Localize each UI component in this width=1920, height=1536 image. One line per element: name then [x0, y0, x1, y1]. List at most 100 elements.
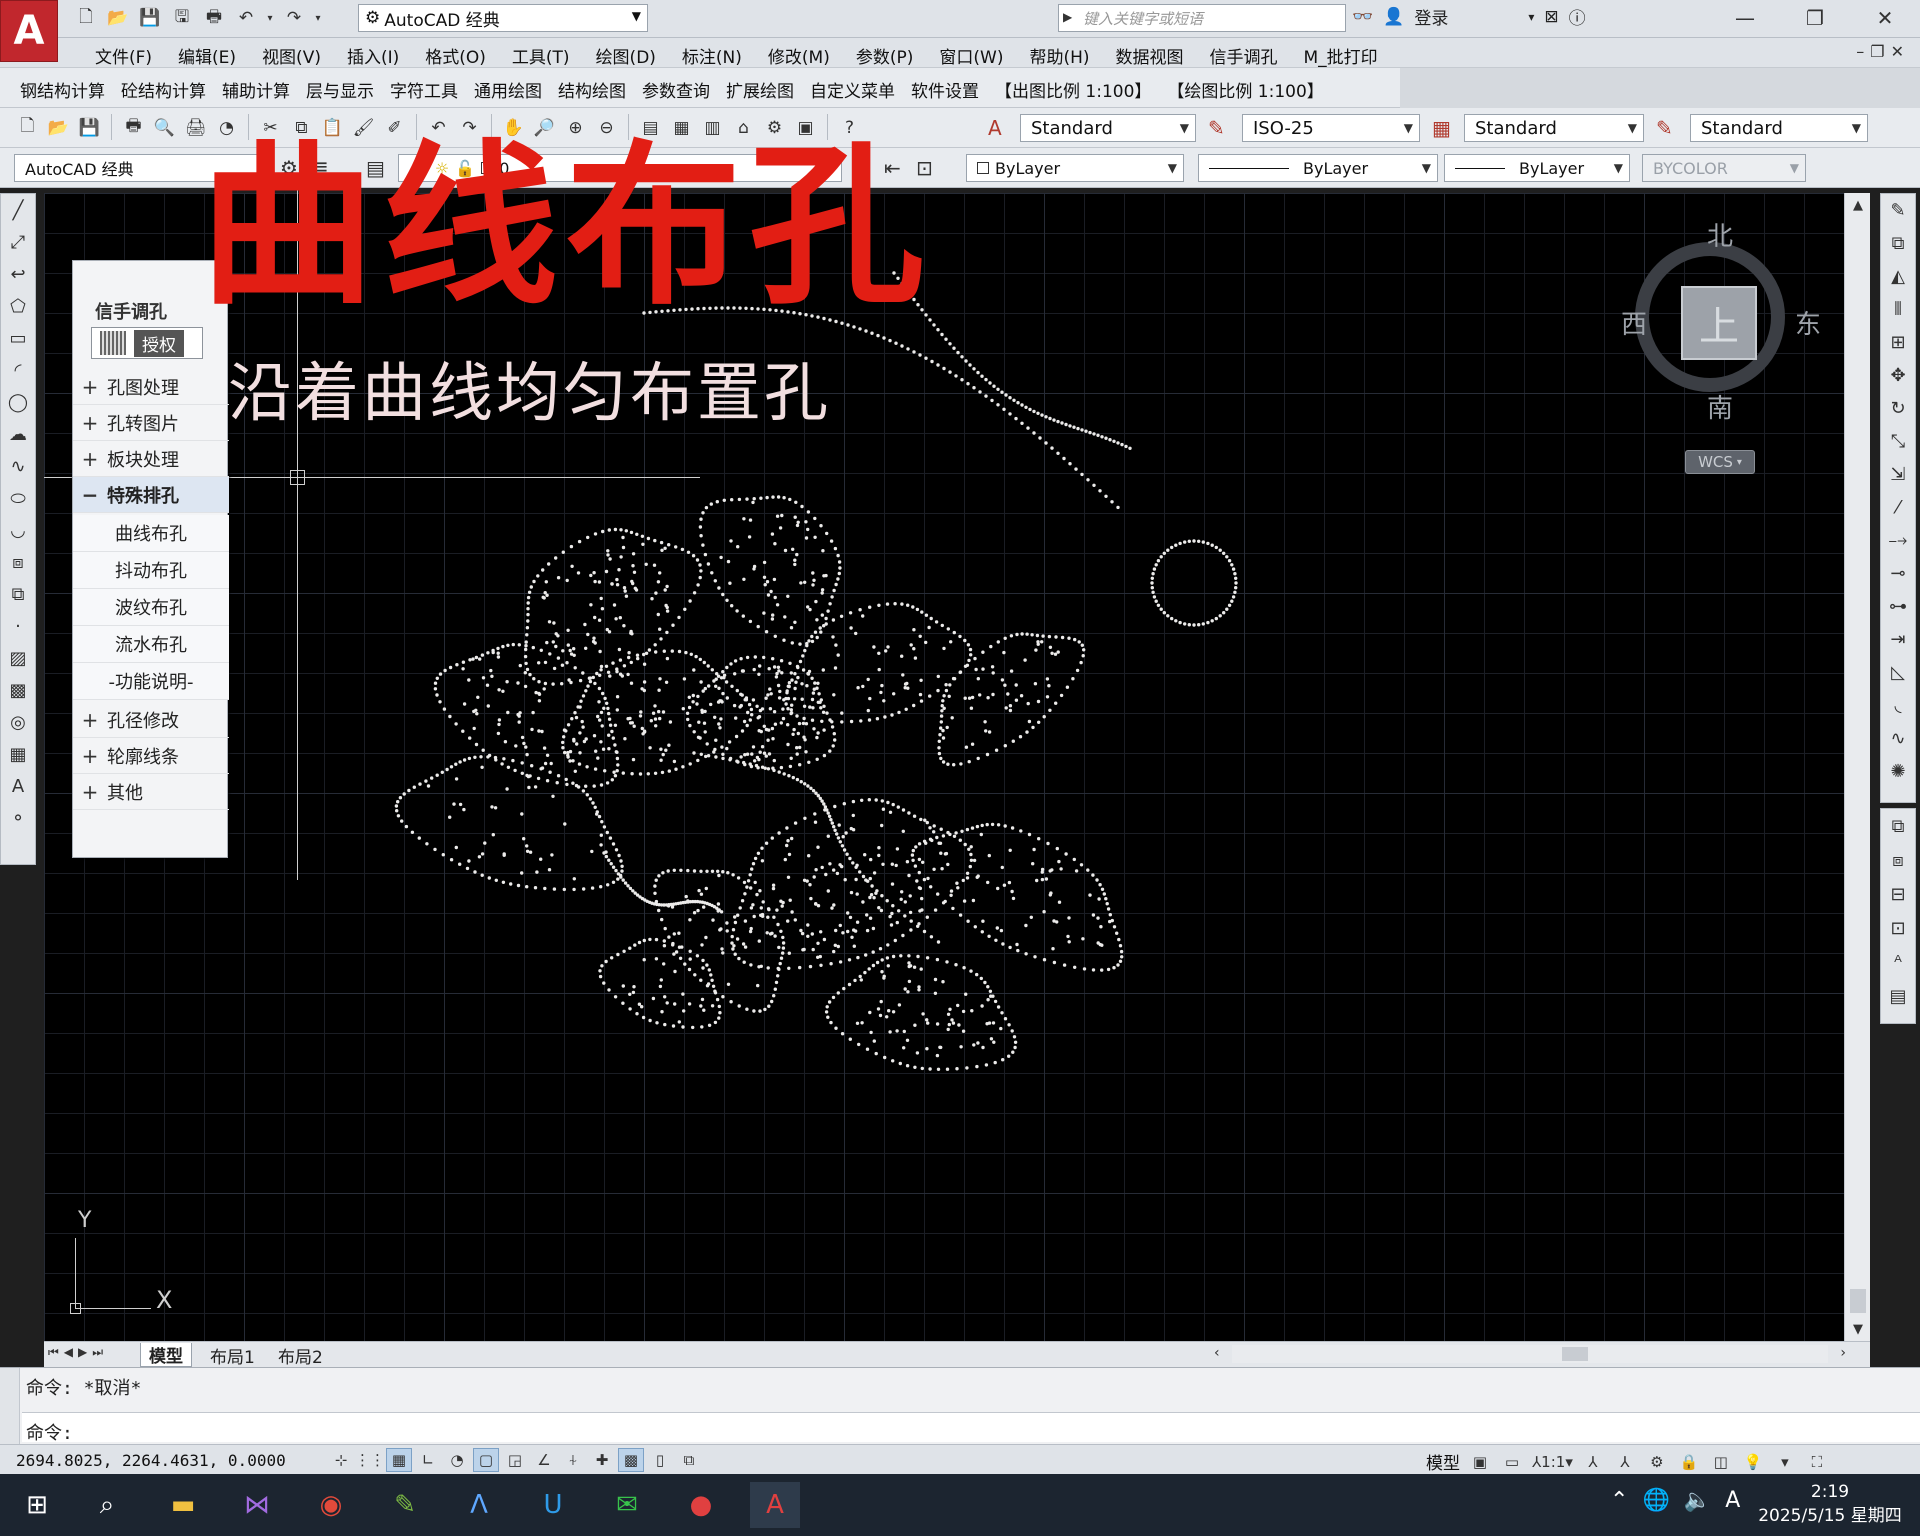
scroll-up-icon[interactable]: ▲	[1845, 193, 1871, 217]
horizontal-scrollbar[interactable]: ‹ ›	[1214, 1345, 1846, 1363]
close-icon[interactable]: ✕	[1850, 0, 1920, 36]
dropdown-icon[interactable]: ▾	[264, 4, 276, 32]
app-u-icon[interactable]: U	[528, 1482, 578, 1528]
menu-item[interactable]: 编辑(E)	[165, 41, 249, 70]
osnap-icon[interactable]: ▢	[473, 1448, 499, 1472]
wechat-icon[interactable]: ✉	[602, 1482, 652, 1528]
ime-indicator[interactable]: A	[1725, 1488, 1740, 1513]
transparency-icon[interactable]: ▯	[647, 1448, 673, 1472]
login-link[interactable]: 登录	[1414, 4, 1448, 29]
make-block-icon[interactable]: ⧉	[1, 578, 35, 610]
menu-item[interactable]: 参数(P)	[843, 41, 927, 70]
blend-icon[interactable]: ∿	[1881, 722, 1915, 755]
hscroll-thumb[interactable]	[1562, 1347, 1588, 1361]
preview-icon[interactable]: 🔍	[151, 114, 178, 141]
app-a-icon[interactable]: Λ	[454, 1482, 504, 1528]
volume-icon[interactable]: 🔈	[1684, 1488, 1711, 1513]
construction-line-icon[interactable]: ⤢	[1, 226, 35, 258]
polyline-icon[interactable]: ↩	[1, 258, 35, 290]
grid-icon[interactable]: ▦	[386, 1448, 412, 1472]
spline-icon[interactable]: ∿	[1, 450, 35, 482]
dim-style-icon[interactable]: ✎	[1208, 116, 1225, 140]
chevron-up-icon[interactable]: ⌃	[1610, 1488, 1628, 1513]
plotstyle-select[interactable]: BYCOLOR ▼	[1642, 154, 1806, 182]
break-icon[interactable]: ⊶	[1881, 590, 1915, 623]
autocad-taskbar-icon[interactable]: A	[750, 1482, 800, 1528]
chevron-down-icon[interactable]: ▾	[1528, 10, 1534, 24]
add-selected-icon[interactable]: ⚬	[1, 802, 35, 834]
custom-menu-item[interactable]: 【出图比例 1:100】	[987, 77, 1159, 102]
custom-menu-item[interactable]: 扩展绘图	[718, 77, 802, 102]
bring-above-icon[interactable]: ⊟	[1881, 877, 1915, 911]
new-file-icon[interactable]: 🗋	[72, 4, 100, 32]
menu-item[interactable]: M_批打印	[1291, 41, 1391, 70]
restore-icon[interactable]: ❐	[1780, 0, 1850, 36]
network-icon[interactable]: 🌐	[1642, 1488, 1669, 1513]
tab-model[interactable]: 模型	[140, 1343, 192, 1367]
ducs-icon[interactable]: ⍭	[560, 1448, 586, 1472]
quick-view-drawings-icon[interactable]: ▭	[1500, 1451, 1524, 1473]
new-icon[interactable]: 🗋	[14, 114, 41, 141]
recorder-icon[interactable]: ●	[676, 1482, 726, 1528]
dropdown-icon[interactable]: ▾	[312, 4, 324, 32]
chamfer-icon[interactable]: ◺	[1881, 656, 1915, 689]
snap-icon[interactable]: ⋮⋮	[355, 1448, 385, 1472]
hatch-icon[interactable]: ▨	[1, 642, 35, 674]
break-at-point-icon[interactable]: ⊸	[1881, 557, 1915, 590]
mleader-style-select[interactable]: Standard ▼	[1690, 114, 1868, 142]
status-menu-icon[interactable]: ▾	[1773, 1451, 1797, 1473]
auto-scale-icon[interactable]: ⅄	[1613, 1451, 1637, 1473]
arc-icon[interactable]: ◜	[1, 354, 35, 386]
lock-ui-icon[interactable]: 🔒	[1677, 1451, 1701, 1473]
panel-item[interactable]: + 孔转图片	[73, 405, 229, 441]
menu-item[interactable]: 绘图(D)	[583, 41, 669, 70]
fillet-icon[interactable]: ◟	[1881, 689, 1915, 722]
clean-screen-icon[interactable]: ⛶	[1805, 1451, 1829, 1473]
table-style-select[interactable]: Standard ▼	[1464, 114, 1644, 142]
tab-layout1[interactable]: 布局1	[202, 1343, 263, 1368]
ortho-icon[interactable]: ∟	[415, 1448, 441, 1472]
bring-front-icon[interactable]: ⧉	[1881, 809, 1915, 843]
trim-icon[interactable]: ⁄	[1881, 491, 1915, 524]
command-input[interactable]: 命令:	[22, 1412, 1920, 1444]
compass-west[interactable]: 西	[1621, 304, 1647, 341]
menu-item[interactable]: 格式(O)	[412, 41, 499, 70]
wcs-menu[interactable]: WCS ▾	[1685, 450, 1755, 474]
rotate-icon[interactable]: ↻	[1881, 392, 1915, 425]
custom-menu-item[interactable]: 字符工具	[382, 77, 466, 102]
chrome-icon[interactable]: ◉	[306, 1482, 356, 1528]
custom-menu-item[interactable]: 层与显示	[298, 77, 382, 102]
menu-item[interactable]: 窗口(W)	[926, 41, 1016, 70]
join-icon[interactable]: ⇥	[1881, 623, 1915, 656]
notepad-icon[interactable]: ✎	[380, 1482, 430, 1528]
vertical-scrollbar[interactable]: ▲ ▼	[1844, 193, 1870, 1341]
isolate-objects-icon[interactable]: 💡	[1741, 1451, 1765, 1473]
array-icon[interactable]: ⊞	[1881, 326, 1915, 359]
plot-icon[interactable]: 🖶	[120, 114, 147, 141]
tab-nav-icon[interactable]: ⏮◀▶⏭	[48, 1345, 108, 1360]
insert-block-icon[interactable]: ⧈	[1, 546, 35, 578]
panel-subitem[interactable]: 曲线布孔	[73, 515, 229, 552]
scale-icon[interactable]: ⤡	[1881, 425, 1915, 458]
coordinate-readout[interactable]: 2694.8025, 2264.4631, 0.0000	[16, 1451, 286, 1470]
model-space-label[interactable]: 模型	[1426, 1449, 1460, 1474]
revcloud-icon[interactable]: ☁	[1, 418, 35, 450]
table-icon[interactable]: ▦	[1, 738, 35, 770]
panel-item[interactable]: + 孔图处理	[73, 369, 229, 405]
erase-icon[interactable]: ✎	[1881, 194, 1915, 227]
visual-studio-icon[interactable]: ⋈	[232, 1482, 282, 1528]
menu-item[interactable]: 标注(N)	[669, 41, 755, 70]
menu-item[interactable]: 信手调孔	[1197, 41, 1291, 70]
scroll-left-icon[interactable]: ‹	[1214, 1345, 1220, 1361]
panel-subitem[interactable]: 流水布孔	[73, 626, 229, 663]
stretch-icon[interactable]: ⇲	[1881, 458, 1915, 491]
explode-icon[interactable]: ✺	[1881, 755, 1915, 788]
lineweight-select[interactable]: ByLayer ▼	[1444, 154, 1630, 182]
panel-item[interactable]: + 其他	[73, 774, 229, 810]
circle-icon[interactable]: ◯	[1, 386, 35, 418]
menu-item[interactable]: 文件(F)	[82, 41, 165, 70]
viewcube-top-face[interactable]: 上	[1681, 286, 1757, 360]
hatch-back-icon[interactable]: ▤	[1881, 979, 1915, 1013]
undo-icon[interactable]: ↶	[232, 4, 260, 32]
workspace-switch-icon[interactable]: ⚙	[1645, 1451, 1669, 1473]
